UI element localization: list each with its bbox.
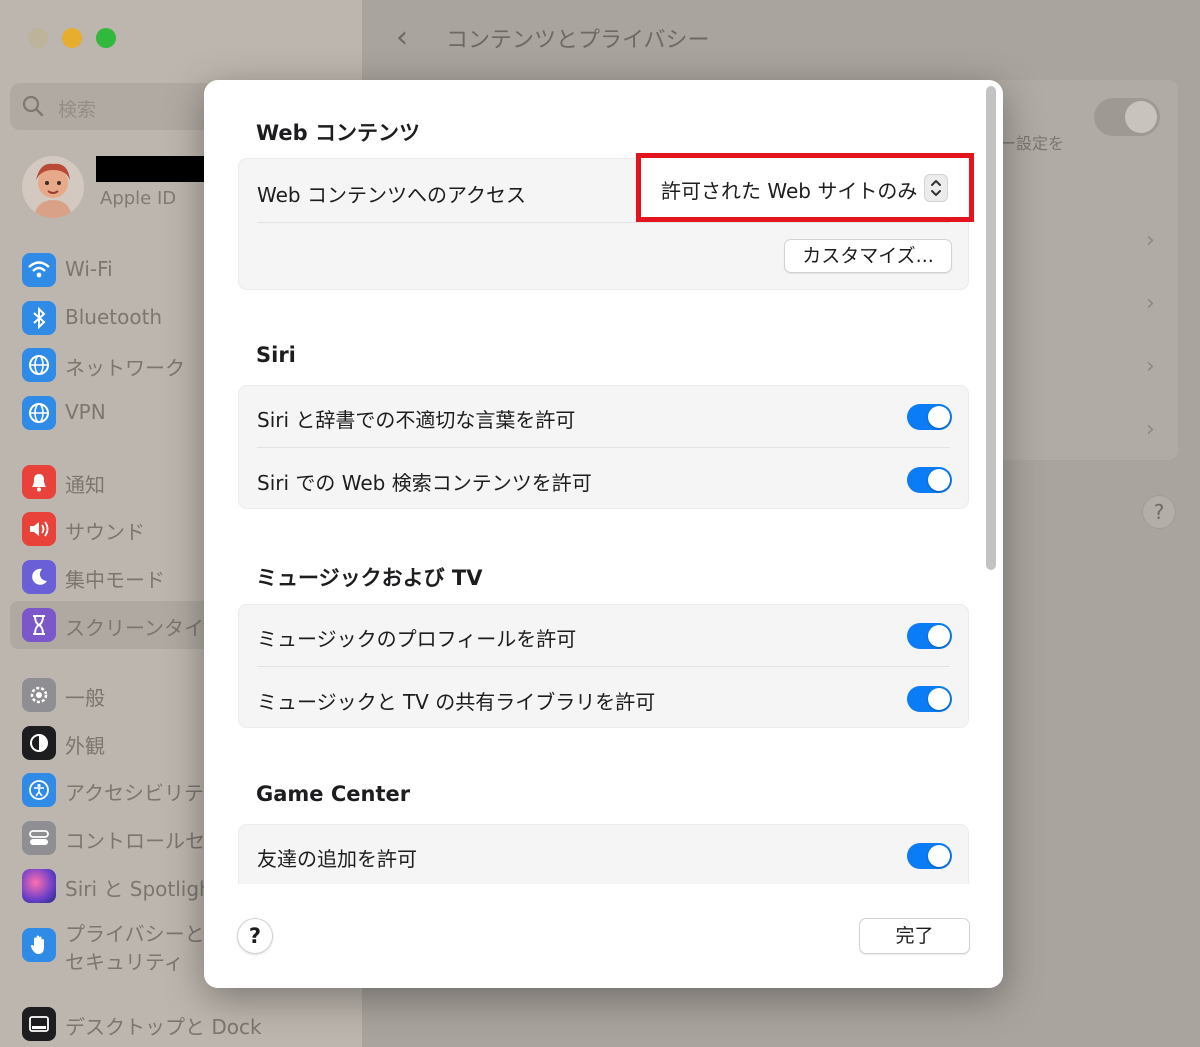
chevron-right-icon[interactable]: › <box>1146 228 1155 253</box>
gear-icon <box>22 678 56 712</box>
sidebar-item-desktop-dock[interactable]: デスクトップと Dock <box>20 1004 360 1044</box>
account-name-redacted <box>96 156 204 182</box>
content-privacy-sheet: Web コンテンツ Web コンテンツへのアクセス カスタマイズ... 許可され… <box>204 80 1003 988</box>
row-divider <box>257 447 950 448</box>
wifi-icon <box>22 253 56 287</box>
background-help-button[interactable]: ? <box>1142 495 1176 529</box>
bell-icon <box>22 465 56 499</box>
memoji-icon <box>34 163 72 218</box>
zoom-window-button[interactable] <box>96 28 116 48</box>
sidebar-item-label: Siri と Spotlight <box>65 877 220 901</box>
web-content-access-label: Web コンテンツへのアクセス <box>257 183 526 207</box>
moon-icon <box>22 560 56 594</box>
siri-group: Siri と辞書での不適切な言葉を許可 Siri での Web 検索コンテンツを… <box>238 385 969 509</box>
add-friends-toggle[interactable] <box>907 843 952 869</box>
avatar[interactable] <box>22 156 84 218</box>
sidebar-item-label: ネットワーク <box>65 356 185 380</box>
speaker-icon <box>22 512 56 546</box>
accessibility-icon <box>22 773 56 807</box>
chevron-right-icon[interactable]: › <box>1146 417 1155 442</box>
chevron-right-icon[interactable]: › <box>1146 354 1155 379</box>
control-center-icon <box>22 821 56 855</box>
sidebar-item-label: VPN <box>65 400 106 424</box>
chevron-left-icon[interactable]: ‹ <box>396 20 408 55</box>
sidebar-item-label: Bluetooth <box>65 305 163 329</box>
sidebar-item-label: スクリーンタイム <box>65 616 224 640</box>
row-divider <box>257 222 950 223</box>
minimize-window-button[interactable] <box>62 28 82 48</box>
music-profile-toggle[interactable] <box>907 623 952 649</box>
sidebar-item-label: 外観 <box>65 734 105 758</box>
close-window-button[interactable] <box>28 28 48 48</box>
search-field[interactable]: 検索 <box>10 83 230 130</box>
bluetooth-icon <box>22 301 56 335</box>
siri-explicit-language-label: Siri と辞書での不適切な言葉を許可 <box>257 408 576 432</box>
sidebar-item-label: アクセシビリティ <box>65 781 223 805</box>
apple-id-label[interactable]: Apple ID <box>100 188 176 209</box>
scrollbar-thumb[interactable] <box>986 86 996 570</box>
sidebar-item-label: 集中モード <box>65 568 165 592</box>
sidebar-item-label: 一般 <box>65 686 105 710</box>
music-tv-group: ミュージックのプロフィールを許可 ミュージックと TV の共有ライブラリを許可 <box>238 604 969 728</box>
vpn-globe-icon <box>22 396 56 430</box>
done-button[interactable]: 完了 <box>859 918 970 954</box>
background-description-fragment: ー設定を <box>1000 134 1065 153</box>
web-access-popup-value[interactable]: 許可された Web サイトのみ <box>661 175 917 204</box>
background-toggle[interactable] <box>1094 98 1160 136</box>
sidebar-item-label-line2: セキュリティ <box>65 950 184 974</box>
search-placeholder: 検索 <box>58 99 97 121</box>
siri-web-search-label: Siri での Web 検索コンテンツを許可 <box>257 471 592 495</box>
globe-icon <box>22 348 56 382</box>
siri-icon <box>22 869 56 903</box>
customize-button[interactable]: カスタマイズ... <box>784 239 952 273</box>
scrollbar[interactable] <box>984 86 998 966</box>
music-profile-label: ミュージックのプロフィールを許可 <box>257 627 577 651</box>
sidebar-item-label: Wi-Fi <box>65 257 113 281</box>
siri-web-search-toggle[interactable] <box>907 467 952 493</box>
web-access-popup-highlight[interactable]: 許可された Web サイトのみ <box>636 153 974 222</box>
add-friends-label: 友達の追加を許可 <box>257 847 417 871</box>
sidebar-item-label: 通知 <box>65 473 105 497</box>
row-divider <box>257 666 950 667</box>
sidebar-item-label: サウンド <box>65 520 145 544</box>
sidebar-item-label: デスクトップと Dock <box>65 1015 262 1039</box>
dock-icon <box>22 1007 56 1041</box>
chevron-right-icon[interactable]: › <box>1146 291 1155 316</box>
section-title-web-content: Web コンテンツ <box>256 121 421 145</box>
page-title: コンテンツとプライバシー <box>446 28 710 53</box>
section-title-game-center: Game Center <box>256 782 411 806</box>
sidebar-item-label: プライバシーと <box>65 922 205 946</box>
appearance-icon <box>22 726 56 760</box>
shared-library-label: ミュージックと TV の共有ライブラリを許可 <box>257 690 656 714</box>
siri-explicit-language-toggle[interactable] <box>907 404 952 430</box>
shared-library-toggle[interactable] <box>907 686 952 712</box>
help-button[interactable]: ? <box>237 918 273 954</box>
hand-icon <box>22 928 56 962</box>
section-title-siri: Siri <box>256 343 296 367</box>
hourglass-icon <box>22 608 56 642</box>
popup-stepper-icon[interactable] <box>924 174 948 202</box>
search-icon <box>22 95 44 117</box>
section-title-music-tv: ミュージックおよび TV <box>256 566 483 590</box>
